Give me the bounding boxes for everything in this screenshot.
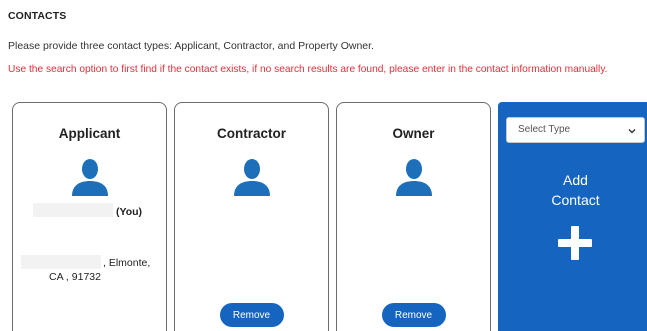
person-avatar-icon	[71, 159, 108, 196]
applicant-card: Applicant (You) , Elmonte, CA , 91732	[12, 102, 167, 331]
remove-owner-button[interactable]: Remove	[381, 303, 446, 327]
contacts-page: CONTACTS Please provide three contact ty…	[0, 0, 647, 331]
section-title: CONTACTS	[8, 10, 67, 22]
card-title: Contractor	[216, 126, 286, 141]
address-line2: CA , 91732	[49, 271, 101, 283]
owner-card: Owner Remove	[336, 102, 491, 331]
instructions-text: Please provide three contact types: Appl…	[8, 40, 374, 52]
redacted-name	[33, 203, 113, 217]
you-label: (You)	[116, 206, 143, 218]
select-placeholder: Select Type	[518, 124, 571, 135]
person-avatar-icon	[395, 159, 432, 196]
person-avatar-icon	[233, 159, 270, 196]
add-contact-card[interactable]: Select Type Add Contact	[498, 102, 647, 331]
card-title: Owner	[392, 126, 435, 141]
add-label-line1: Add	[563, 172, 588, 188]
add-contact-label[interactable]: Add Contact	[498, 170, 647, 210]
plus-icon[interactable]	[558, 226, 592, 260]
redacted-address	[21, 255, 101, 269]
contact-type-select[interactable]: Select Type	[506, 117, 645, 143]
warning-text: Use the search option to first find if t…	[8, 64, 608, 75]
remove-contractor-button[interactable]: Remove	[219, 303, 284, 327]
contractor-card: Contractor Remove	[174, 102, 329, 331]
chevron-down-icon	[628, 129, 636, 134]
add-label-line2: Contact	[551, 192, 600, 208]
address-line1: , Elmonte,	[103, 257, 151, 269]
card-title: Applicant	[58, 126, 121, 141]
